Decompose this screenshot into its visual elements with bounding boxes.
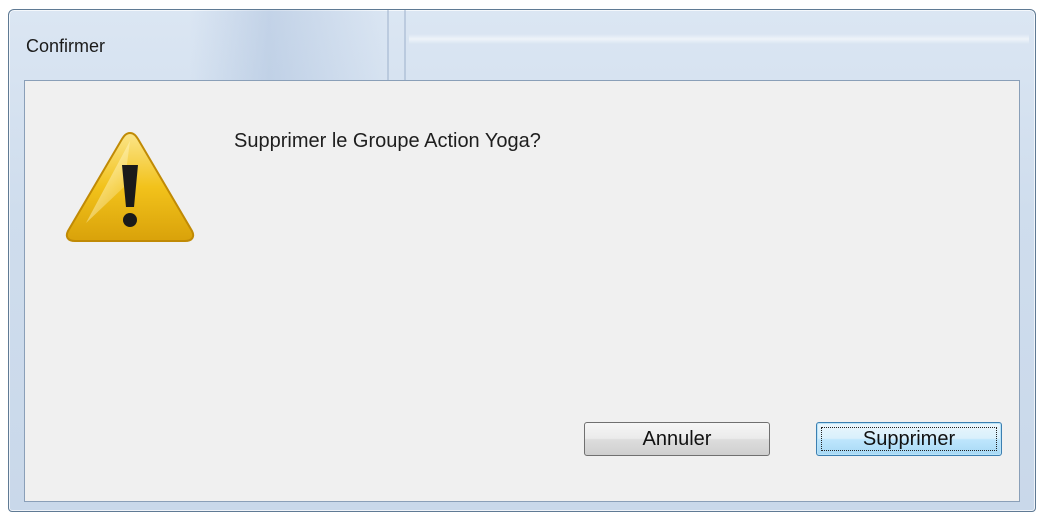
frame-glass-streak	[409, 34, 1029, 44]
delete-button-label: Supprimer	[862, 427, 956, 450]
delete-button[interactable]: Supprimer	[816, 422, 1002, 456]
dialog-content-area: Supprimer le Groupe Action Yoga? Annuler…	[24, 80, 1020, 502]
dialog-title: Confirmer	[26, 36, 106, 56]
frame-glass-reflection	[189, 10, 389, 80]
frame-glass-line	[387, 10, 389, 80]
cancel-button-label: Annuler	[642, 427, 712, 450]
warning-icon	[65, 131, 195, 242]
frame-glass-line	[404, 10, 406, 80]
confirmation-message: Supprimer le Groupe Action Yoga?	[234, 130, 541, 152]
cancel-button[interactable]: Annuler	[584, 422, 770, 456]
confirm-dialog-window: Confirmer Supprimer le Groupe Action Yog…	[8, 9, 1036, 512]
